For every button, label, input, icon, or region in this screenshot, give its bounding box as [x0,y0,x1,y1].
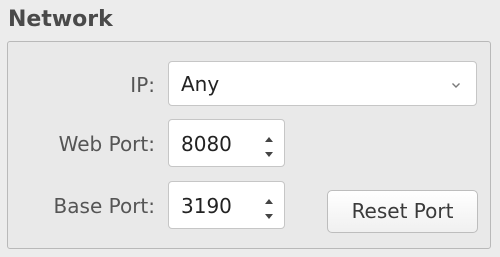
web-port-stepper [262,128,276,158]
network-panel: Network IP: Any Web Port: 8080 Base Port… [0,0,500,257]
section-title: Network [8,7,113,32]
base-port-label: Base Port: [53,194,155,218]
base-port-stepper [262,190,276,220]
base-port-value: 3190 [181,194,232,218]
web-port-label: Web Port: [58,132,155,156]
caret-up-icon[interactable] [262,130,276,142]
ip-select-value: Any [181,72,220,96]
web-port-spinbox[interactable]: 8080 [168,119,285,167]
chevron-down-icon [450,76,462,88]
ip-label: IP: [130,73,155,97]
caret-down-icon[interactable] [262,208,276,220]
ip-select[interactable]: Any [168,61,477,106]
caret-up-icon[interactable] [262,192,276,204]
base-port-spinbox[interactable]: 3190 [168,181,285,229]
caret-down-icon[interactable] [262,146,276,158]
web-port-value: 8080 [181,132,232,156]
reset-port-button[interactable]: Reset Port [327,190,478,233]
